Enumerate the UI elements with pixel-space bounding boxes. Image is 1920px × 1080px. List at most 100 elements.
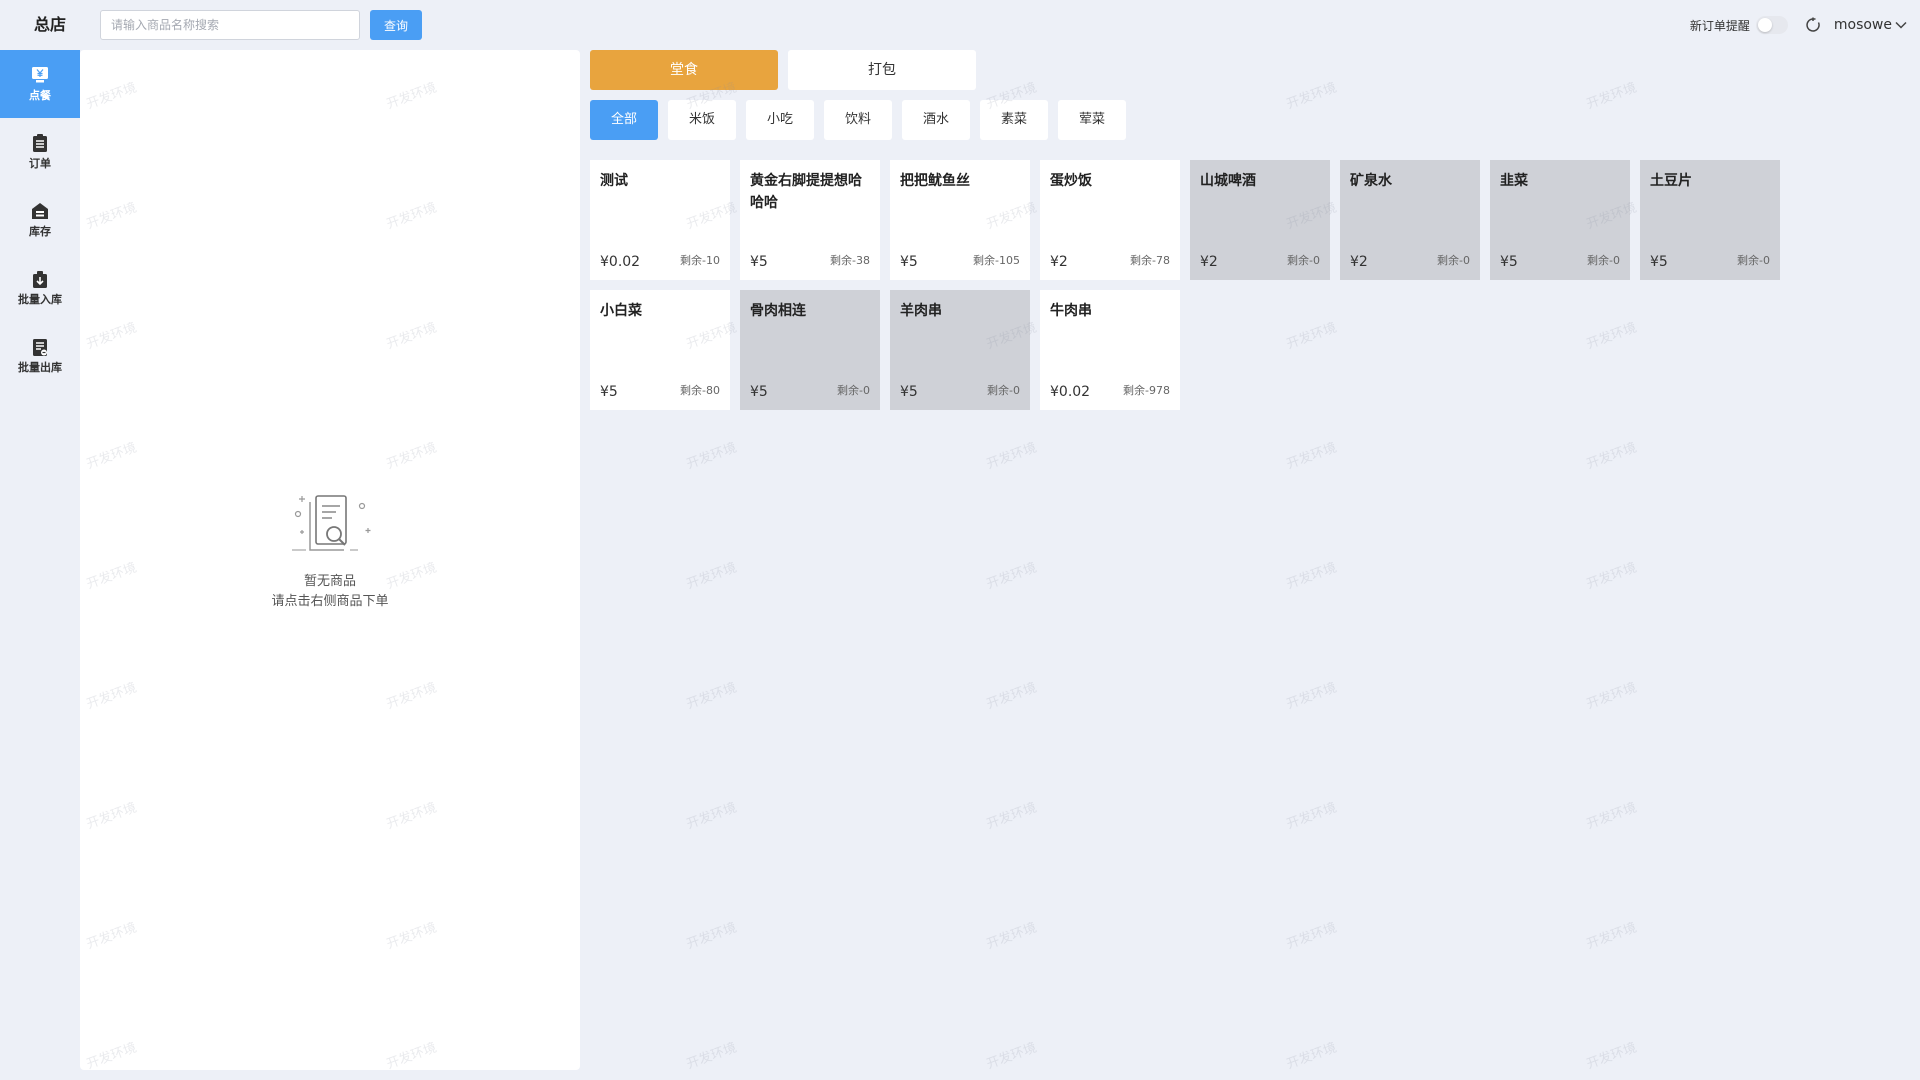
empty-cart-illustration-icon [280,490,380,560]
category-tab-rice[interactable]: 米饭 [668,100,736,140]
product-price: ¥5 [900,384,918,400]
watermark-text: 开发环境 [1284,80,1339,113]
cart-empty-state: 暂无商品 请点击右侧商品下单 [80,490,580,612]
watermark-text: 开发环境 [1284,920,1339,953]
category-tab-liquor[interactable]: 酒水 [902,100,970,140]
product-price: ¥5 [600,384,618,400]
sidebar-item-label: 点餐 [29,89,51,102]
search-input[interactable] [100,10,360,40]
product-card[interactable]: 黄金右脚提提想哈哈哈 ¥5 剩余-38 [740,160,880,280]
product-card[interactable]: 把把鱿鱼丝 ¥5 剩余-105 [890,160,1030,280]
product-card[interactable]: 骨肉相连 ¥5 剩余-0 [740,290,880,410]
product-card[interactable]: 蛋炒饭 ¥2 剩余-78 [1040,160,1180,280]
watermark-text: 开发环境 [1584,80,1639,113]
category-tab-drinks[interactable]: 饮料 [824,100,892,140]
sidebar-item-label: 批量入库 [18,293,62,306]
watermark-text: 开发环境 [1284,560,1339,593]
product-name: 测试 [600,173,628,189]
watermark-text: 开发环境 [684,440,739,473]
username[interactable]: mosowe [1834,17,1892,33]
product-card[interactable]: 山城啤酒 ¥2 剩余-0 [1190,160,1330,280]
product-stock: 剩余-0 [1587,254,1620,267]
watermark-text: 开发环境 [984,920,1039,953]
product-name: 矿泉水 [1350,173,1392,189]
watermark-text: 开发环境 [1584,560,1639,593]
watermark-text: 开发环境 [1284,320,1339,353]
watermark-text: 开发环境 [684,560,739,593]
refresh-icon[interactable] [1804,16,1822,34]
product-name: 土豆片 [1650,173,1692,189]
watermark-text: 开发环境 [984,800,1039,833]
mode-takeaway-button[interactable]: 打包 [788,50,976,90]
product-stock: 剩余-0 [987,384,1020,397]
toggle-knob [1757,18,1772,32]
category-tab-vegetarian[interactable]: 素菜 [980,100,1048,140]
product-card[interactable]: 土豆片 ¥5 剩余-0 [1640,160,1780,280]
sidebar-item-label: 库存 [29,225,51,238]
watermark-text: 开发环境 [684,680,739,713]
product-price: ¥2 [1200,254,1218,270]
empty-cart-hint: 请点击右侧商品下单 [271,594,389,609]
product-card[interactable]: 矿泉水 ¥2 剩余-0 [1340,160,1480,280]
watermark-text: 开发环境 [984,440,1039,473]
new-order-notify-label: 新订单提醒 [1689,18,1750,33]
product-price: ¥5 [900,254,918,270]
product-price: ¥5 [750,254,768,270]
category-tab-meat[interactable]: 荤菜 [1058,100,1126,140]
sidebar-item-batch-outbound[interactable]: 批量出库 [0,322,80,390]
watermark-text: 开发环境 [1284,680,1339,713]
product-name: 黄金右脚提提想哈哈哈 [750,173,862,211]
product-card[interactable]: 羊肉串 ¥5 剩余-0 [890,290,1030,410]
watermark-text: 开发环境 [1284,1040,1339,1073]
watermark-text: 开发环境 [1584,680,1639,713]
mode-dine-in-button[interactable]: 堂食 [590,50,778,90]
sidebar: 点餐 订单 库存 批量入库 批量出库 [0,50,80,390]
sidebar-item-label: 批量出库 [18,361,62,374]
product-stock: 剩余-978 [1123,384,1170,397]
watermark-text: 开发环境 [984,680,1039,713]
product-stock: 剩余-0 [1437,254,1470,267]
product-card[interactable]: 牛肉串 ¥0.02 剩余-978 [1040,290,1180,410]
watermark-text: 开发环境 [1584,920,1639,953]
product-card[interactable]: 韭菜 ¥5 剩余-0 [1490,160,1630,280]
watermark-text: 开发环境 [1584,320,1639,353]
sidebar-item-orders[interactable]: 订单 [0,118,80,186]
new-order-notify-toggle[interactable] [1755,16,1788,34]
category-tab-snacks[interactable]: 小吃 [746,100,814,140]
product-name: 山城啤酒 [1200,173,1256,189]
sidebar-item-inventory[interactable]: 库存 [0,186,80,254]
watermark-text: 开发环境 [984,1040,1039,1073]
watermark-text: 开发环境 [684,1040,739,1073]
yen-monitor-icon [30,65,50,85]
product-card[interactable]: 小白菜 ¥5 剩余-80 [590,290,730,410]
product-stock: 剩余-0 [1737,254,1770,267]
watermark-text: 开发环境 [1284,800,1339,833]
product-stock: 剩余-10 [680,254,720,267]
sidebar-item-batch-inbound[interactable]: 批量入库 [0,254,80,322]
sidebar-item-label: 订单 [29,157,51,170]
product-name: 小白菜 [600,303,642,319]
document-out-icon [30,337,50,357]
watermark-text: 开发环境 [1584,440,1639,473]
chevron-down-icon[interactable] [1894,18,1908,32]
product-price: ¥2 [1350,254,1368,270]
watermark-text: 开发环境 [1584,800,1639,833]
product-card[interactable]: 测试 ¥0.02 剩余-10 [590,160,730,280]
product-stock: 剩余-0 [837,384,870,397]
header-actions: 新订单提醒 mosowe [1690,0,1908,50]
product-stock: 剩余-0 [1287,254,1320,267]
product-stock: 剩余-38 [830,254,870,267]
store-name: 总店 [33,15,66,34]
product-price: ¥0.02 [600,254,641,270]
sidebar-item-order-food[interactable]: 点餐 [0,50,80,118]
watermark-text: 开发环境 [984,560,1039,593]
category-tab-all[interactable]: 全部 [590,100,658,140]
watermark-text: 开发环境 [684,920,739,953]
product-price: ¥5 [1500,254,1518,270]
cart-panel: 暂无商品 请点击右侧商品下单 [80,50,580,1070]
product-stock: 剩余-78 [1130,254,1170,267]
watermark-text: 开发环境 [1284,440,1339,473]
product-price: ¥5 [1650,254,1668,270]
clipboard-icon [30,133,50,153]
search-button[interactable]: 查询 [370,10,422,40]
